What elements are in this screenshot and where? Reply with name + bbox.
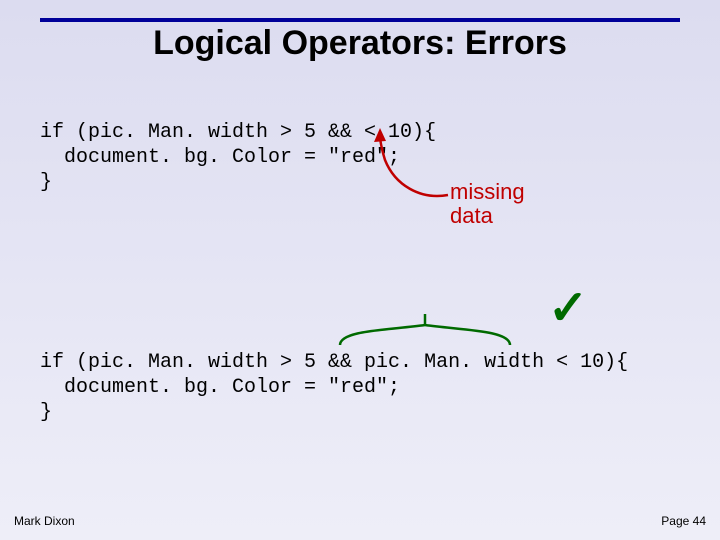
code-line: } xyxy=(40,171,52,194)
annotation-arrows xyxy=(0,0,720,540)
check-icon: ✓ xyxy=(548,280,588,336)
code-block-correct: if (pic. Man. width > 5 && pic. Man. wid… xyxy=(40,350,628,425)
footer-author: Mark Dixon xyxy=(14,514,75,528)
code-line: } xyxy=(40,401,52,424)
title-divider xyxy=(40,18,680,22)
code-line: document. bg. Color = "red"; xyxy=(40,146,400,169)
code-line: document. bg. Color = "red"; xyxy=(40,376,400,399)
slide-title: Logical Operators: Errors xyxy=(0,24,720,63)
code-line: if (pic. Man. width > 5 && < 10){ xyxy=(40,121,436,144)
annotation-missing: missing xyxy=(450,180,525,204)
footer-page: Page 44 xyxy=(661,514,706,528)
code-line: if (pic. Man. width > 5 && pic. Man. wid… xyxy=(40,351,628,374)
annotation-data: data xyxy=(450,204,493,228)
code-block-error: if (pic. Man. width > 5 && < 10){ docume… xyxy=(40,120,436,195)
